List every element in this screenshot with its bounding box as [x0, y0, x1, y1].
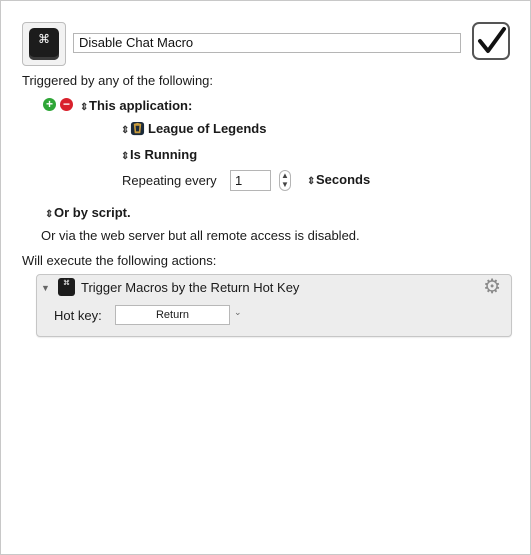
popup-arrows-icon: ⇕ — [121, 151, 130, 162]
script-trigger-label: Or by script. — [54, 205, 131, 220]
application-popup[interactable]: ⇕ League of Legends — [121, 121, 266, 136]
unit-popup[interactable]: ⇕Seconds — [307, 172, 370, 187]
add-trigger-button[interactable]: + — [43, 98, 56, 111]
chevron-down-icon[interactable]: ⌄ — [234, 307, 242, 318]
hotkey-label: Hot key: — [54, 308, 102, 323]
unit-label: Seconds — [316, 172, 371, 187]
stepper-up-icon: ▲ — [281, 171, 289, 180]
minus-icon: − — [62, 97, 70, 111]
condition-popup[interactable]: ⇕Is Running — [121, 147, 197, 162]
script-trigger-popup[interactable]: ⇕Or by script. — [45, 205, 131, 220]
checkmark-icon — [478, 27, 506, 53]
web-server-note: Or via the web server but all remote acc… — [41, 228, 360, 243]
macro-icon-well[interactable]: ⌘ — [22, 22, 66, 66]
popup-arrows-icon: ⇕ — [307, 176, 316, 187]
hotkey-field[interactable]: Return — [115, 305, 230, 325]
popup-arrows-icon: ⇕ — [121, 125, 130, 136]
remove-trigger-button[interactable]: − — [60, 98, 73, 111]
action-item[interactable]: ▼ ⌘ Trigger Macros by the Return Hot Key… — [36, 274, 512, 337]
disclosure-triangle-icon[interactable]: ▼ — [41, 283, 50, 293]
popup-arrows-icon: ⇕ — [45, 209, 54, 220]
plus-icon: + — [45, 97, 53, 111]
actions-header: Will execute the following actions: — [22, 253, 217, 268]
action-title: Trigger Macros by the Return Hot Key — [81, 280, 300, 295]
application-name: League of Legends — [148, 121, 267, 136]
trigger-type-popup[interactable]: ⇕This application: — [80, 98, 192, 113]
triggers-header: Triggered by any of the following: — [22, 73, 214, 88]
macro-name-field[interactable]: Disable Chat Macro — [73, 33, 461, 53]
trigger-type-label: This application: — [89, 98, 193, 113]
macro-enabled-checkbox[interactable] — [472, 22, 510, 60]
league-of-legends-icon — [130, 121, 145, 136]
condition-label: Is Running — [130, 147, 198, 162]
popup-arrows-icon: ⇕ — [80, 102, 89, 113]
stepper-down-icon: ▼ — [281, 180, 289, 189]
command-key-icon: ⌘ — [29, 28, 59, 60]
command-key-icon: ⌘ — [58, 278, 75, 296]
repeat-interval-stepper[interactable]: ▲ ▼ — [279, 170, 291, 191]
repeating-label: Repeating every — [122, 173, 217, 188]
gear-icon[interactable]: ⚙ — [483, 277, 501, 297]
repeat-interval-input[interactable]: 1 — [230, 170, 271, 191]
macro-editor-panel: ⌘ Disable Chat Macro Triggered by any of… — [0, 0, 531, 555]
